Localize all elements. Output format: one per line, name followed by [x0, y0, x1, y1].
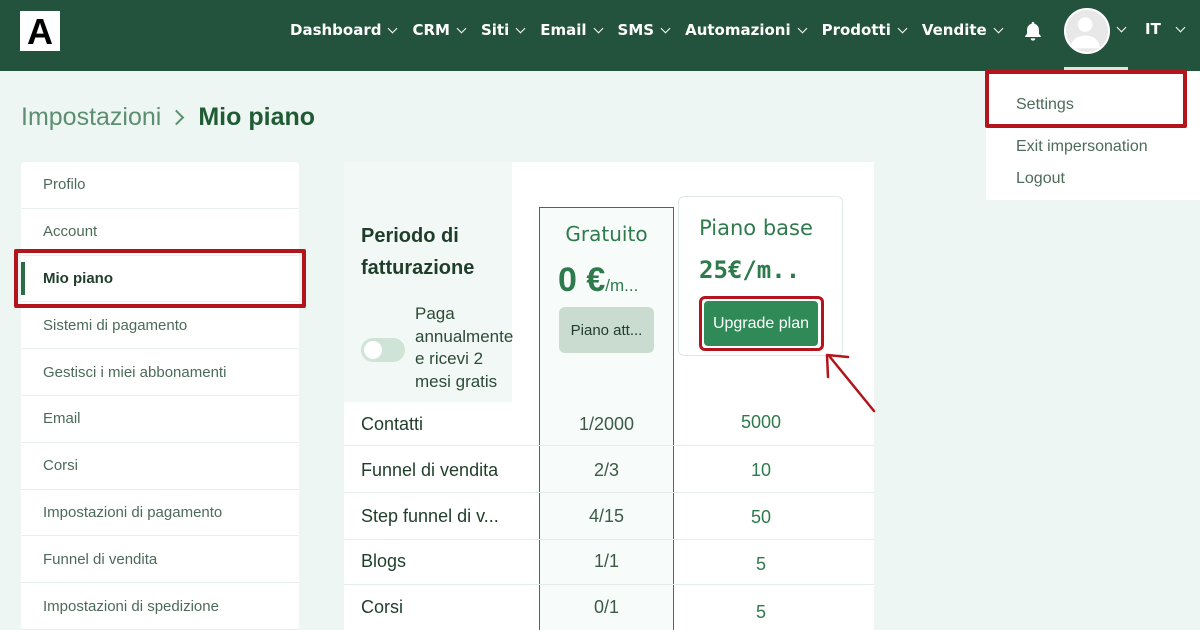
menu-item-logout[interactable]: Logout: [1016, 170, 1065, 188]
nav-item-siti[interactable]: Siti: [481, 21, 526, 39]
row-divider: [344, 492, 874, 493]
billing-period-title: Periodo di fatturazione: [361, 225, 475, 279]
app-logo[interactable]: A: [20, 11, 60, 51]
nav-item-crm[interactable]: CRM: [412, 21, 467, 39]
feature-value-free: 4/15: [588, 506, 625, 526]
highlight-box-settings: [985, 70, 1187, 128]
feature-name: Step funnel di v...: [361, 506, 499, 526]
chevron-down-icon: [515, 23, 526, 33]
nav-item-sms[interactable]: SMS: [618, 21, 671, 39]
highlight-box-upgrade: [699, 296, 824, 351]
sidebar-item-email[interactable]: Email: [21, 396, 299, 443]
chevron-down-icon: [993, 23, 1004, 33]
chevron-down-icon: [388, 23, 398, 33]
feature-name: Contatti: [361, 414, 424, 434]
sidebar-item-abbonamenti[interactable]: Gestisci i miei abbonamenti: [21, 349, 299, 396]
sidebar-item-profilo[interactable]: Profilo: [21, 162, 299, 209]
feature-value-base: 5: [755, 602, 766, 622]
annual-billing-label: Paga annualmente e ricevi 2 mesi gratis: [415, 304, 514, 391]
feature-value-base: 50: [750, 507, 772, 527]
chevron-right-icon: [169, 109, 185, 126]
sidebar-item-corsi[interactable]: Corsi: [21, 443, 299, 490]
user-avatar-icon[interactable]: [1064, 8, 1110, 54]
plan-price-free: 0 €/m...: [558, 261, 639, 299]
toggle-knob: [364, 341, 382, 359]
sidebar-item-sistemi-di-pagamento[interactable]: Sistemi di pagamento: [21, 302, 299, 350]
feature-value-base: 10: [750, 460, 772, 480]
page-title: Mio piano: [198, 103, 316, 131]
nav-item-email[interactable]: Email: [540, 21, 603, 39]
chevron-down-icon: [660, 23, 671, 33]
bell-icon[interactable]: [1022, 20, 1044, 42]
breadcrumb-parent[interactable]: Impostazioni: [21, 103, 161, 132]
annual-billing-toggle[interactable]: [361, 338, 405, 362]
nav-item-vendite[interactable]: Vendite: [922, 21, 1004, 39]
chevron-down-icon[interactable]: [1175, 22, 1186, 33]
nav-item-automazioni[interactable]: Automazioni: [685, 21, 808, 39]
breadcrumb: Impostazioni Mio piano: [21, 103, 315, 132]
chevron-down-icon: [897, 23, 908, 33]
avatar-silhouette: [1070, 17, 1100, 49]
feature-name: Blogs: [361, 551, 407, 571]
chevron-down-icon: [797, 23, 808, 33]
feature-name: Funnel di vendita: [361, 460, 499, 480]
feature-name: Corsi: [361, 597, 404, 617]
nav-item-dashboard[interactable]: Dashboard: [290, 21, 398, 39]
nav-item-prodotti[interactable]: Prodotti: [822, 21, 908, 39]
logo-letter: A: [27, 11, 53, 52]
top-navigation-bar: A Dashboard CRM Siti Email SMS Automazio…: [0, 0, 1200, 71]
feature-value-free: 1/1: [593, 551, 620, 571]
settings-sidebar: Profilo Account Mio piano Sistemi di pag…: [21, 162, 299, 630]
plan-name-free: Gratuito: [565, 222, 648, 246]
row-divider: [344, 539, 874, 540]
chevron-down-icon[interactable]: [1116, 22, 1127, 33]
current-plan-button[interactable]: Piano att...: [559, 307, 654, 353]
plan-price-base: 25€/m..: [699, 256, 801, 284]
sidebar-item-funnel-di-vendita[interactable]: Funnel di vendita: [21, 536, 299, 584]
chevron-down-icon: [593, 23, 603, 33]
feature-value-free: 1/2000: [578, 414, 635, 434]
plan-name-base: Piano base: [699, 216, 813, 240]
row-divider: [344, 445, 874, 446]
menu-item-exit-impersonation[interactable]: Exit impersonation: [1016, 138, 1148, 156]
feature-value-base: 5000: [740, 412, 782, 432]
main-nav: Dashboard CRM Siti Email SMS Automazioni…: [290, 19, 1018, 41]
feature-value-free: 2/3: [593, 460, 620, 480]
feature-value-free: 0/1: [593, 597, 620, 617]
chevron-down-icon: [456, 23, 467, 33]
highlight-box-mio-piano: [14, 249, 306, 308]
annotation-arrow-icon: [825, 353, 876, 413]
sidebar-item-impostazioni-di-pagamento[interactable]: Impostazioni di pagamento: [21, 490, 299, 537]
sidebar-item-impostazioni-di-spedizione[interactable]: Impostazioni di spedizione: [21, 583, 299, 630]
feature-value-base: 5: [755, 554, 766, 574]
row-divider: [344, 584, 874, 585]
language-selector[interactable]: IT: [1145, 20, 1161, 38]
